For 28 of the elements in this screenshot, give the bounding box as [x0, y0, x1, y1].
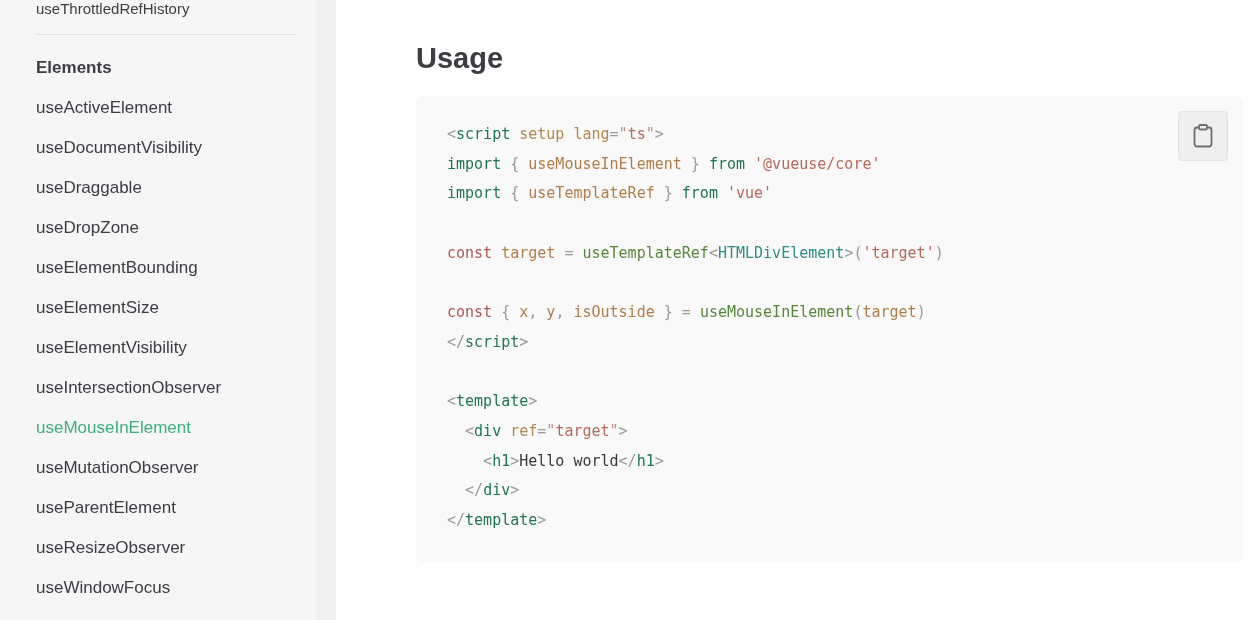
code-line: </script>	[447, 331, 529, 353]
sidebar-item[interactable]: useActiveElement	[36, 96, 296, 120]
code-line: </div>	[464, 480, 520, 502]
section-heading: Usage	[416, 41, 505, 76]
sidebar-item[interactable]: useResizeObserver	[36, 536, 296, 560]
code-line: import { useTemplateRef } from 'vue'	[447, 183, 773, 205]
code-line: <template>	[447, 391, 538, 413]
code-line: <div ref="target">	[464, 420, 628, 442]
code-line: const target = useTemplateRef<HTMLDivElement>('target')	[447, 242, 944, 264]
sidebar-item[interactable]: useElementBounding	[36, 256, 296, 280]
section-title: Elements	[36, 57, 113, 79]
sidebar-item[interactable]: useMutationObserver	[36, 456, 296, 480]
sidebar-item[interactable]: useElementVisibility	[36, 336, 296, 360]
sidebar-item[interactable]: useDropZone	[36, 216, 296, 240]
sidebar-item[interactable]: useDraggable	[36, 176, 296, 200]
sidebar-item[interactable]: useElementSize	[36, 296, 296, 320]
sidebar-item[interactable]: useThrottledRefHistory	[36, 0, 190, 17]
sidebar-item[interactable]: useParentElement	[36, 496, 296, 520]
code-line: <h1>Hello world</h1>	[482, 450, 664, 472]
code-line: import { useMouseInElement } from '@vueuse/core'	[447, 153, 881, 175]
code-line: <script setup lang="ts">	[447, 124, 664, 145]
code-line: </template>	[447, 509, 547, 531]
sidebar-item[interactable]: useWindowFocus	[36, 576, 296, 600]
code-line: const { x, y, isOutside } = useMouseInElement(target)	[447, 302, 926, 324]
sidebar-item[interactable]: useDocumentVisibility	[36, 136, 296, 160]
sidebar-item[interactable]: useIntersectionObserver	[36, 376, 296, 400]
clipboard-icon	[1193, 124, 1213, 148]
copy-button[interactable]	[1178, 111, 1228, 161]
